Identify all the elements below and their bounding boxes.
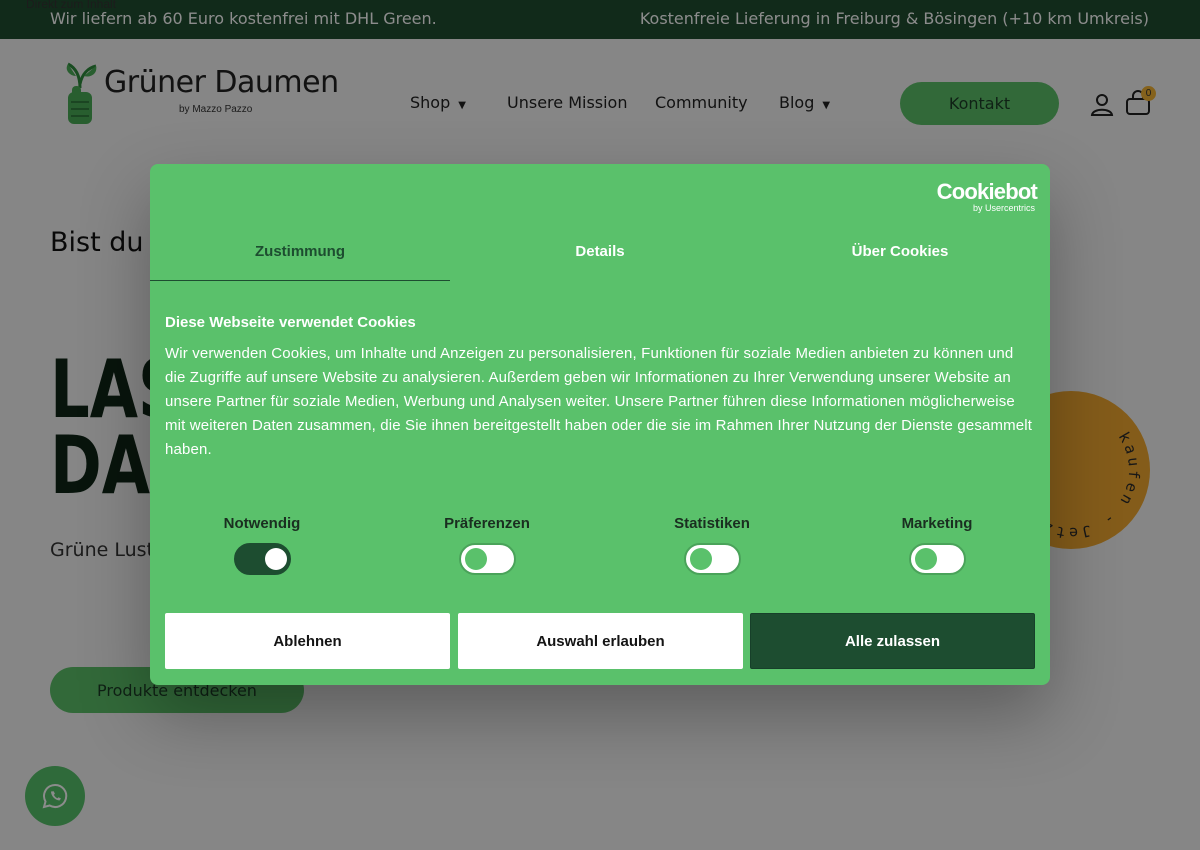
toggle-label: Präferenzen xyxy=(444,515,530,532)
marketing-toggle[interactable] xyxy=(908,543,966,575)
allow-all-button[interactable]: Alle zulassen xyxy=(750,613,1035,669)
statistics-toggle[interactable] xyxy=(683,543,741,575)
toggle-group-necessary: Notwendig xyxy=(187,515,337,575)
toggle-label: Statistiken xyxy=(674,515,750,532)
toggle-knob xyxy=(464,548,487,570)
cookie-consent-dialog: Cookiebot by Usercentrics Zustimmung Det… xyxy=(150,164,1050,685)
cookiebot-logo-sub: by Usercentrics xyxy=(972,203,1035,213)
toggle-label: Notwendig xyxy=(223,515,301,532)
dialog-title: Diese Webseite verwendet Cookies xyxy=(165,314,416,331)
consent-tabs: Zustimmung Details Über Cookies xyxy=(150,242,1050,281)
cookiebot-logo: Cookiebot by Usercentrics xyxy=(932,179,1038,213)
toggle-group-marketing: Marketing xyxy=(862,515,1012,575)
toggle-group-statistics: Statistiken xyxy=(637,515,787,575)
toggle-label: Marketing xyxy=(901,515,973,532)
reject-button[interactable]: Ablehnen xyxy=(165,613,450,669)
toggle-group-preferences: Präferenzen xyxy=(412,515,562,575)
toggle-knob xyxy=(914,548,937,570)
dialog-body: Wir verwenden Cookies, um Inhalte und An… xyxy=(165,345,1033,458)
cookiebot-logo-word: Cookiebot xyxy=(936,179,1038,204)
toggle-knob xyxy=(689,548,712,570)
tab-about-cookies[interactable]: Über Cookies xyxy=(750,242,1050,280)
preferences-toggle[interactable] xyxy=(458,543,516,575)
necessary-toggle[interactable] xyxy=(233,543,291,575)
tab-consent[interactable]: Zustimmung xyxy=(150,242,450,281)
tab-details[interactable]: Details xyxy=(450,242,750,280)
toggle-knob xyxy=(264,548,287,570)
allow-selection-button[interactable]: Auswahl erlauben xyxy=(458,613,743,669)
